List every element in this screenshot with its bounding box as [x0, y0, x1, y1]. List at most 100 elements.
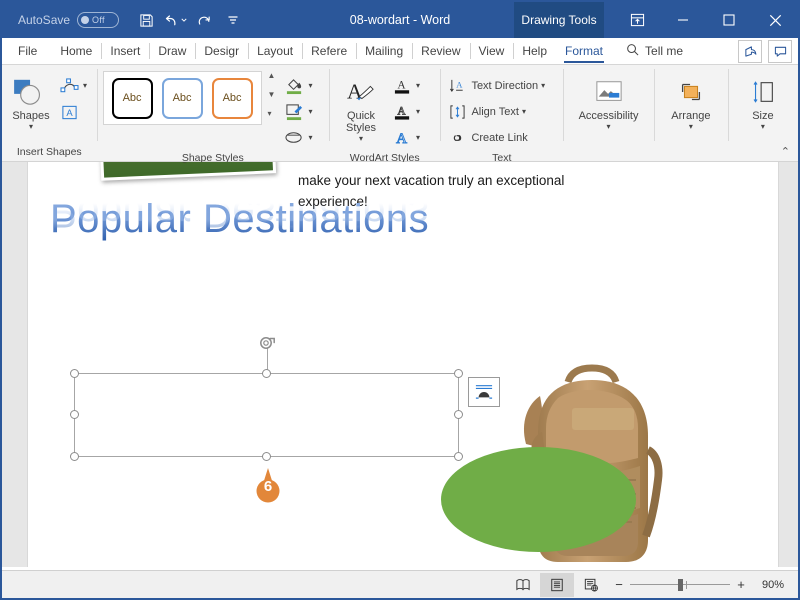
resize-handle-bottom-right[interactable] [454, 452, 463, 461]
zoom-slider-thumb[interactable] [678, 578, 683, 591]
tab-layout[interactable]: Layout [248, 38, 302, 64]
text-fill-button[interactable]: A ▾ [391, 75, 420, 97]
ribbon-display-options-icon[interactable] [614, 2, 660, 38]
shape-styles-gallery-nav[interactable]: ▲ ▼ ▾ [268, 71, 276, 119]
size-button[interactable]: Size ▾ [736, 71, 790, 131]
draw-text-box-button[interactable]: A [58, 101, 87, 123]
print-layout-button[interactable] [540, 572, 574, 597]
size-label: Size [752, 110, 774, 122]
resize-handle-top-right[interactable] [454, 369, 463, 378]
quick-styles-caret[interactable]: ▾ [359, 135, 363, 143]
quick-styles-icon: A [344, 75, 378, 109]
wordart-reflection: Popular Destinations [50, 191, 430, 235]
arrange-button[interactable]: Arrange ▾ [662, 71, 720, 131]
zoom-level-label[interactable]: 90% [752, 579, 788, 591]
shape-style-thumb-2[interactable]: Abc [161, 77, 203, 119]
shape-outline-button[interactable]: ▾ [283, 101, 312, 123]
shape-style-thumb-1[interactable]: Abc [111, 77, 153, 119]
shape-effects-caret[interactable]: ▾ [308, 134, 312, 142]
read-mode-button[interactable] [506, 573, 540, 597]
svg-text:A: A [397, 105, 406, 117]
shape-fill-caret[interactable]: ▾ [308, 82, 312, 90]
undo-icon[interactable] [162, 7, 188, 33]
wordart-object[interactable]: Popular Destinations Popular Destination… [50, 191, 429, 279]
share-icon[interactable] [738, 40, 762, 63]
zoom-in-button[interactable]: + [736, 577, 746, 592]
tab-mailings[interactable]: Mailing [356, 38, 412, 64]
shape-fill-button[interactable]: ▾ [283, 75, 312, 97]
resize-handle-middle-left[interactable] [70, 410, 79, 419]
tab-draw[interactable]: Draw [149, 38, 195, 64]
zoom-slider[interactable] [630, 578, 730, 591]
shapes-label: Shapes [12, 110, 50, 122]
text-outline-button[interactable]: A ▾ [391, 101, 420, 123]
edit-shape-button[interactable]: ▾ [58, 75, 87, 97]
tab-help[interactable]: Help [513, 38, 556, 64]
minimize-icon[interactable] [660, 2, 706, 38]
text-fill-caret[interactable]: ▾ [416, 82, 420, 90]
gallery-scroll-down-icon[interactable]: ▼ [268, 90, 276, 100]
customize-qat-icon[interactable] [220, 7, 246, 33]
resize-handle-bottom-center[interactable] [261, 452, 271, 461]
resize-handle-top-left[interactable] [70, 369, 79, 378]
shapes-dropdown-caret[interactable]: ▾ [29, 123, 33, 131]
maximize-icon[interactable] [706, 2, 752, 38]
close-icon[interactable] [752, 2, 798, 38]
comments-icon[interactable] [768, 40, 792, 63]
create-link-button[interactable]: Create Link [446, 127, 545, 149]
rotation-handle-icon[interactable] [258, 334, 276, 352]
shapes-button[interactable]: Shapes ▾ [8, 71, 54, 131]
zoom-out-button[interactable]: − [614, 577, 624, 592]
edit-shape-caret[interactable]: ▾ [83, 82, 87, 90]
document-page[interactable]: make your next vacation truly an excepti… [28, 162, 778, 567]
collapse-ribbon-icon[interactable]: ⌃ [781, 145, 790, 158]
autosave-knob [81, 16, 90, 24]
text-direction-caret[interactable]: ▾ [541, 82, 545, 90]
shape-effects-button[interactable]: ▾ [283, 127, 312, 149]
gallery-scroll-up-icon[interactable]: ▲ [268, 71, 276, 81]
shape-fill-icon [283, 77, 305, 95]
tab-references[interactable]: Refere [302, 38, 356, 64]
callout-number: 6 [263, 477, 273, 495]
shape-styles-gallery[interactable]: Abc Abc Abc [102, 71, 262, 125]
svg-text:A: A [347, 80, 363, 104]
text-outline-caret[interactable]: ▾ [416, 108, 420, 116]
align-text-button[interactable]: Align Text ▾ [446, 101, 545, 123]
accessibility-caret[interactable]: ▾ [607, 123, 611, 131]
wordart-selection-frame[interactable] [70, 337, 463, 461]
lawn-photo-image[interactable] [98, 162, 277, 181]
tab-view[interactable]: View [469, 38, 514, 64]
accessibility-button[interactable]: Accessibility ▾ [572, 71, 646, 131]
gallery-more-icon[interactable]: ▾ [268, 109, 276, 119]
quick-styles-button[interactable]: A Quick Styles ▾ [335, 71, 387, 143]
shape-style-thumb-3[interactable]: Abc [211, 77, 253, 119]
align-text-icon [446, 104, 468, 120]
autosave-toggle[interactable]: AutoSave Off [18, 12, 120, 28]
text-effects-button[interactable]: A ▾ [391, 127, 420, 149]
callout-badge-6[interactable]: 6 [249, 467, 287, 505]
text-direction-button[interactable]: A Text Direction ▾ [446, 75, 545, 97]
tab-home[interactable]: Home [51, 38, 101, 64]
green-oval-shape[interactable] [441, 447, 636, 552]
resize-handle-bottom-left[interactable] [70, 452, 79, 461]
group-label-insert-shapes: Insert Shapes [16, 146, 82, 158]
redo-icon[interactable] [191, 7, 217, 33]
shape-outline-caret[interactable]: ▾ [308, 108, 312, 116]
text-effects-caret[interactable]: ▾ [416, 134, 420, 142]
arrange-caret[interactable]: ▾ [689, 123, 693, 131]
autosave-switch[interactable]: Off [77, 12, 120, 28]
tab-format[interactable]: Format [556, 38, 612, 64]
align-text-caret[interactable]: ▾ [522, 108, 526, 116]
save-icon[interactable] [133, 7, 159, 33]
tab-file[interactable]: File [2, 38, 51, 64]
size-caret[interactable]: ▾ [761, 123, 765, 131]
tell-me-search[interactable]: Tell me [626, 38, 683, 64]
web-layout-button[interactable] [574, 573, 608, 597]
resize-handle-middle-right[interactable] [454, 410, 463, 419]
tab-review[interactable]: Review [412, 38, 469, 64]
text-direction-label: Text Direction [471, 80, 539, 92]
tab-insert[interactable]: Insert [101, 38, 149, 64]
layout-options-button[interactable] [468, 377, 500, 407]
resize-handle-top-center[interactable] [261, 369, 271, 378]
tab-design[interactable]: Desigr [195, 38, 248, 64]
